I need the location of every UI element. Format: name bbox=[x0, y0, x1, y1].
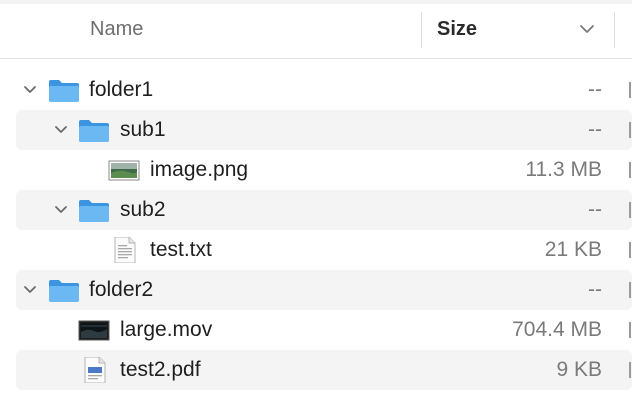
disclosure-chevron-down-icon[interactable] bbox=[22, 82, 38, 98]
folder-icon bbox=[49, 80, 79, 102]
folder-icon bbox=[79, 120, 109, 142]
row-label: folder1 bbox=[89, 78, 154, 101]
row-label: sub1 bbox=[120, 118, 166, 141]
row-label: test2.pdf bbox=[120, 358, 201, 381]
disclosure-chevron-down-icon[interactable] bbox=[22, 282, 38, 298]
column-separator[interactable] bbox=[421, 12, 422, 48]
list-item-folder2[interactable]: folder2 -- bbox=[16, 270, 632, 310]
list-item-test2-pdf[interactable]: test2.pdf 9 KB bbox=[16, 350, 632, 390]
list-item-large-mov[interactable]: large.mov 704.4 MB bbox=[16, 310, 632, 350]
image-file-icon bbox=[108, 160, 140, 181]
pdf-file-icon bbox=[84, 357, 106, 383]
list-item-test-txt[interactable]: test.txt 21 KB bbox=[16, 230, 632, 270]
row-size: 21 KB bbox=[544, 238, 602, 261]
column-header: Name Size bbox=[0, 0, 632, 59]
column-separator[interactable] bbox=[614, 12, 615, 48]
row-size: -- bbox=[588, 78, 602, 101]
name-column-header[interactable]: Name bbox=[90, 18, 143, 41]
sort-chevron-down-icon[interactable] bbox=[578, 22, 596, 36]
movie-file-icon bbox=[78, 320, 110, 341]
row-label: large.mov bbox=[120, 318, 213, 341]
list-item-sub1[interactable]: sub1 -- bbox=[16, 110, 632, 150]
row-label: folder2 bbox=[89, 278, 154, 301]
row-size: -- bbox=[588, 278, 602, 301]
disclosure-chevron-down-icon[interactable] bbox=[53, 122, 69, 138]
row-size: 11.3 MB bbox=[525, 158, 602, 181]
row-size: -- bbox=[588, 198, 602, 221]
folder-icon bbox=[79, 200, 109, 222]
list-item-folder1[interactable]: folder1 -- bbox=[16, 70, 632, 110]
row-label: image.png bbox=[150, 158, 249, 181]
disclosure-chevron-down-icon[interactable] bbox=[53, 202, 69, 218]
list-item-image-png[interactable]: image.png 11.3 MB bbox=[16, 150, 632, 190]
folder-icon bbox=[49, 280, 79, 302]
row-label: sub2 bbox=[120, 198, 166, 221]
row-label: test.txt bbox=[150, 238, 212, 261]
size-column-header[interactable]: Size bbox=[437, 18, 477, 41]
toolbar-edge bbox=[0, 0, 632, 4]
text-file-icon bbox=[114, 237, 136, 263]
row-size: 704.4 MB bbox=[512, 318, 602, 341]
row-size: -- bbox=[588, 118, 602, 141]
row-size: 9 KB bbox=[556, 358, 602, 381]
list-item-sub2[interactable]: sub2 -- bbox=[16, 190, 632, 230]
